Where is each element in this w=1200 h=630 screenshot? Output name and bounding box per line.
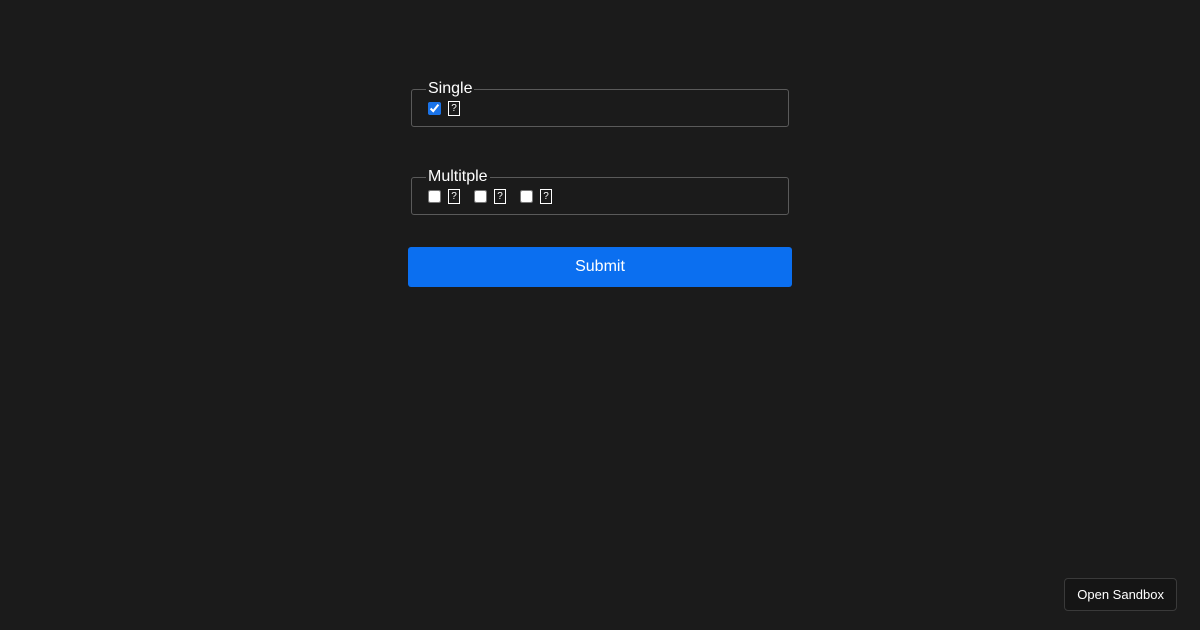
multiple-option-3[interactable]: ?: [518, 188, 552, 204]
single-checkbox[interactable]: [428, 101, 441, 115]
single-fieldset: Single ?: [411, 80, 789, 127]
multiple-checkbox-2[interactable]: [474, 189, 487, 203]
missing-glyph-icon: ?: [448, 100, 460, 116]
multiple-options: ? ? ?: [426, 186, 774, 206]
multiple-option-1[interactable]: ?: [426, 188, 460, 204]
single-option[interactable]: ?: [426, 100, 460, 116]
missing-glyph-icon: ?: [494, 188, 506, 204]
checkbox-form: Single ? Multitple ? ? ? Submit: [408, 80, 792, 287]
open-sandbox-button[interactable]: Open Sandbox: [1064, 578, 1177, 611]
multiple-legend: Multitple: [428, 168, 488, 185]
multiple-option-2[interactable]: ?: [472, 188, 506, 204]
missing-glyph-icon: ?: [448, 188, 460, 204]
submit-button[interactable]: Submit: [408, 247, 792, 287]
missing-glyph-icon: ?: [540, 188, 552, 204]
multiple-fieldset: Multitple ? ? ?: [411, 168, 789, 215]
multiple-checkbox-3[interactable]: [520, 189, 533, 203]
single-legend: Single: [428, 80, 473, 97]
multiple-checkbox-1[interactable]: [428, 189, 441, 203]
single-options: ?: [426, 98, 774, 118]
